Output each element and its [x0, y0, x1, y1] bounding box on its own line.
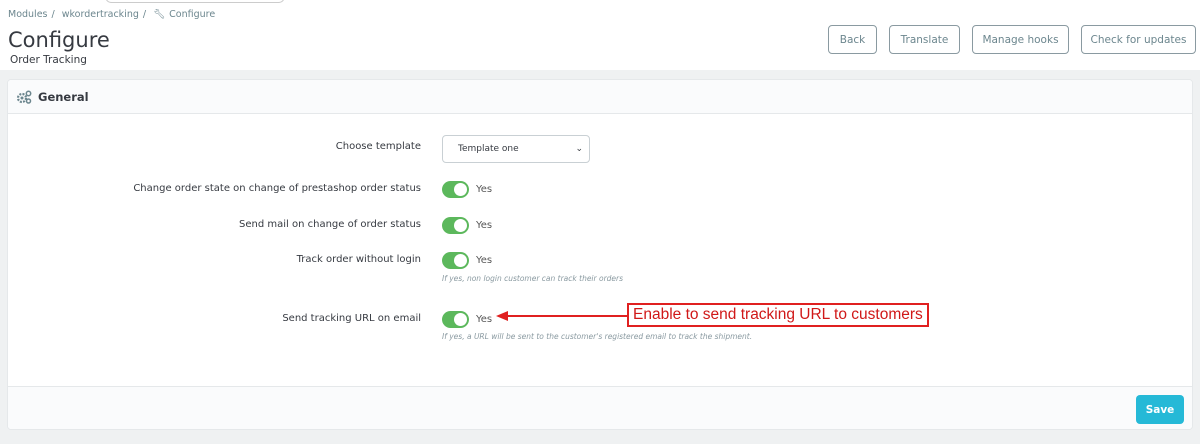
help-text: If yes, non login customer can track the… [442, 274, 624, 283]
annotation-arrow-icon [496, 311, 628, 321]
order-state-toggle[interactable] [442, 181, 469, 198]
send-mail-toggle[interactable] [442, 217, 469, 234]
select-value: Template one [458, 144, 519, 154]
field-label: Send tracking URL on email [282, 313, 421, 324]
toggle-label: Yes [476, 314, 493, 325]
page-header: Modules / wkordertracking / 🔧︎ Configure Co… [0, 0, 1200, 70]
help-text: If yes, a URL will be sent to the custom… [442, 332, 753, 341]
breadcrumb-current: Configure [169, 9, 216, 20]
back-button[interactable]: Back [828, 25, 877, 54]
save-button[interactable]: Save [1136, 395, 1184, 424]
check-updates-button[interactable]: Check for updates [1081, 25, 1196, 54]
toggle-label: Yes [476, 255, 493, 266]
translate-button[interactable]: Translate [889, 25, 960, 54]
page-subtitle: Order Tracking [10, 54, 87, 66]
panel-title: General [38, 89, 89, 104]
chevron-down-icon: ⌄ [575, 144, 583, 154]
wrench-icon: 🔧︎ [153, 9, 166, 20]
breadcrumb: Modules / wkordertracking / 🔧︎ Configure [8, 9, 216, 20]
panel-header: General [8, 80, 1192, 114]
field-label: Choose template [335, 141, 421, 152]
search-bar[interactable] [105, 0, 285, 3]
track-without-login-toggle[interactable] [442, 252, 469, 269]
send-tracking-url-toggle[interactable] [442, 311, 469, 328]
breadcrumb-module[interactable]: wkordertracking [62, 9, 139, 20]
field-label: Track order without login [296, 254, 421, 265]
field-label: Change order state on change of prestash… [133, 183, 421, 194]
cogs-icon [16, 90, 32, 104]
manage-hooks-button[interactable]: Manage hooks [972, 25, 1069, 54]
field-label: Send mail on change of order status [239, 219, 421, 230]
template-select[interactable]: Template one ⌄ [442, 135, 590, 163]
general-panel: General Choose template Template one ⌄ Ch… [7, 79, 1193, 430]
page-title: Configure [8, 28, 110, 52]
panel-footer: Save [8, 386, 1192, 429]
annotation-callout: Enable to send tracking URL to customers [627, 303, 929, 327]
toggle-label: Yes [476, 220, 493, 231]
toggle-label: Yes [476, 184, 493, 195]
breadcrumb-modules[interactable]: Modules [8, 9, 48, 20]
